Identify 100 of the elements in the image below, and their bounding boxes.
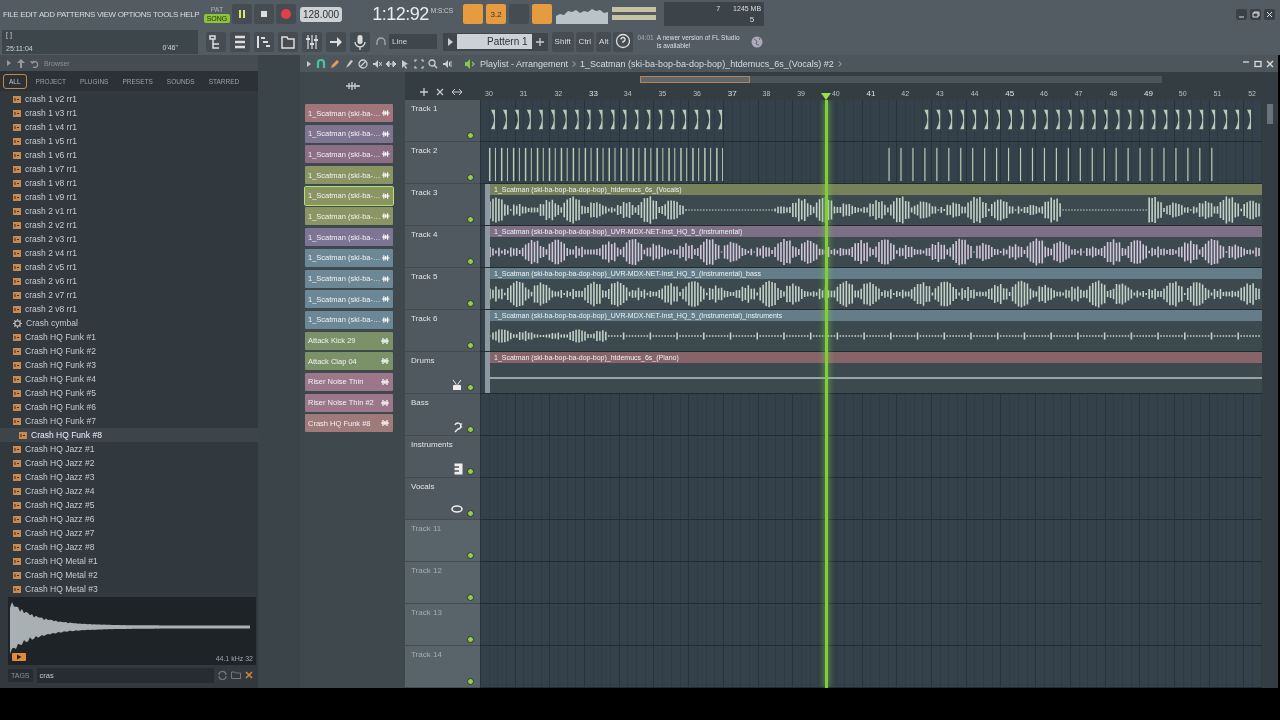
chevron-icon[interactable]: [837, 60, 842, 67]
track-toggle[interactable]: [467, 132, 474, 139]
menu-item[interactable]: HELP: [180, 9, 200, 19]
track-toggle[interactable]: [467, 384, 474, 391]
close-button[interactable]: [1266, 59, 1274, 68]
browser-item[interactable]: Crash HQ Funk #8: [0, 428, 258, 442]
close-icon[interactable]: [436, 88, 444, 96]
shortcut-button[interactable]: 3.2: [486, 4, 507, 24]
playlist-icon[interactable]: [206, 31, 226, 52]
close-icon[interactable]: [245, 671, 253, 679]
browser-item[interactable]: Crash HQ Jazz #1: [0, 442, 258, 456]
browser-item[interactable]: Crash HQ Funk #1: [0, 330, 258, 344]
microphone-icon[interactable]: [350, 31, 370, 52]
restore-button[interactable]: [1250, 8, 1261, 20]
pattern-selector[interactable]: Pattern 1: [457, 34, 532, 49]
browser-item[interactable]: crash 2 v6 rr1: [0, 274, 258, 288]
minimize-button[interactable]: [1236, 8, 1247, 20]
browser-item[interactable]: Crash HQ Jazz #7: [0, 526, 258, 540]
track-toggle[interactable]: [467, 300, 474, 307]
browser-item[interactable]: crash 1 v4 rr1: [0, 120, 258, 134]
browser-item[interactable]: Crash HQ Funk #5: [0, 386, 258, 400]
refresh-icon[interactable]: [218, 670, 227, 680]
caret-icon[interactable]: [446, 36, 454, 47]
track-toggle[interactable]: [467, 510, 474, 517]
scrollbar[interactable]: [640, 76, 1162, 83]
browser-item[interactable]: Crash HQ Funk #6: [0, 400, 258, 414]
caret-icon[interactable]: [306, 59, 312, 68]
browser-item[interactable]: Crash HQ Metal #1: [0, 554, 258, 568]
headphones-icon[interactable]: [376, 36, 386, 47]
undo-icon[interactable]: [30, 58, 39, 68]
browser-item[interactable]: crash 2 v5 rr1: [0, 260, 258, 274]
menu-item[interactable]: VIEW: [96, 9, 116, 19]
menu-item[interactable]: ADD: [38, 9, 55, 19]
speaker-icon[interactable]: [464, 58, 476, 69]
pencil-icon[interactable]: [330, 58, 340, 69]
browser-item[interactable]: Crash HQ Jazz #8: [0, 540, 258, 554]
browser-item[interactable]: crash 2 v7 rr1: [0, 288, 258, 302]
shortcut-button[interactable]: [463, 4, 484, 24]
browser-item[interactable]: crash 2 v8 rr1: [0, 302, 258, 316]
browser-item[interactable]: crash 2 v2 rr1: [0, 218, 258, 232]
play-icon[interactable]: [12, 653, 26, 661]
track-toggle[interactable]: [467, 216, 474, 223]
zoom-icon[interactable]: [428, 58, 438, 69]
piano-roll-icon[interactable]: [254, 31, 274, 52]
globe-icon[interactable]: [751, 35, 764, 48]
track-toggle[interactable]: [467, 258, 474, 265]
modifier-key[interactable]: Alt: [596, 31, 612, 52]
browser-item[interactable]: Crash cymbal: [0, 316, 258, 330]
caret-icon[interactable]: [6, 59, 12, 67]
browser-item[interactable]: crash 1 v2 rr1: [0, 92, 258, 106]
scroll-thumb[interactable]: [640, 76, 750, 83]
browser-item[interactable]: Crash HQ Metal #3: [0, 582, 258, 596]
channel-rack-icon[interactable]: [230, 31, 250, 52]
up-arrow-icon[interactable]: [17, 58, 25, 68]
menu-item[interactable]: FILE: [3, 9, 19, 19]
plus-icon[interactable]: [534, 36, 545, 47]
select-icon[interactable]: [414, 58, 424, 69]
track-toggle[interactable]: [467, 342, 474, 349]
menu-item[interactable]: OPTIONS: [117, 9, 151, 19]
track-toggle[interactable]: [467, 426, 474, 433]
stop-button[interactable]: [254, 4, 274, 24]
menu-item[interactable]: PATTERNS: [56, 9, 95, 19]
tempo-display[interactable]: 128.000: [300, 6, 343, 22]
snap-dropdown[interactable]: Line: [389, 34, 437, 49]
maximize-button[interactable]: [1254, 59, 1262, 68]
browser-item[interactable]: crash 2 v3 rr1: [0, 232, 258, 246]
browser-item[interactable]: crash 1 v3 rr1: [0, 106, 258, 120]
modifier-key[interactable]: Shift: [551, 31, 574, 52]
pause-button[interactable]: [232, 4, 252, 24]
folder-icon[interactable]: [231, 671, 241, 679]
browser-item[interactable]: Crash HQ Funk #4: [0, 372, 258, 386]
browser-item[interactable]: Crash HQ Funk #2: [0, 344, 258, 358]
browser-item[interactable]: Crash HQ Funk #3: [0, 358, 258, 372]
modifier-key[interactable]: Ctrl: [575, 31, 595, 52]
mute-icon[interactable]: [372, 58, 382, 69]
browser-item[interactable]: Crash HQ Jazz #3: [0, 470, 258, 484]
browser-item[interactable]: Crash HQ Jazz #4: [0, 484, 258, 498]
scroll-thumb[interactable]: [1267, 104, 1273, 124]
waveform-icon[interactable]: [344, 81, 361, 91]
browser-item[interactable]: crash 1 v9 rr1: [0, 190, 258, 204]
folder-icon[interactable]: [278, 31, 298, 52]
menu-item[interactable]: EDIT: [20, 9, 37, 19]
speaker-icon[interactable]: [442, 58, 452, 69]
delete-icon[interactable]: [358, 58, 368, 69]
help-icon[interactable]: [613, 31, 634, 52]
browser-item[interactable]: crash 1 v8 rr1: [0, 176, 258, 190]
track-toggle[interactable]: [467, 174, 474, 181]
resize-icon[interactable]: [452, 88, 462, 96]
brush-icon[interactable]: [344, 58, 354, 69]
browser-item[interactable]: Crash HQ Jazz #6: [0, 512, 258, 526]
browser-item[interactable]: crash 2 v4 rr1: [0, 246, 258, 260]
browser-item[interactable]: Crash HQ Metal #2: [0, 568, 258, 582]
breadcrumb[interactable]: 1_Scatman (ski-ba-bop-ba-dop-bop)_htdemucs_6s_(Vocals) #2: [580, 58, 834, 69]
browser-item[interactable]: Crash HQ Funk #7: [0, 414, 258, 428]
shortcut-button[interactable]: [532, 4, 553, 24]
browser-item[interactable]: Crash HQ Jazz #2: [0, 456, 258, 470]
browser-item[interactable]: crash 2 v1 rr1: [0, 204, 258, 218]
browser-item[interactable]: Crash HQ Jazz #5: [0, 498, 258, 512]
close-button[interactable]: [1264, 8, 1275, 20]
magnet-icon[interactable]: [316, 58, 326, 69]
